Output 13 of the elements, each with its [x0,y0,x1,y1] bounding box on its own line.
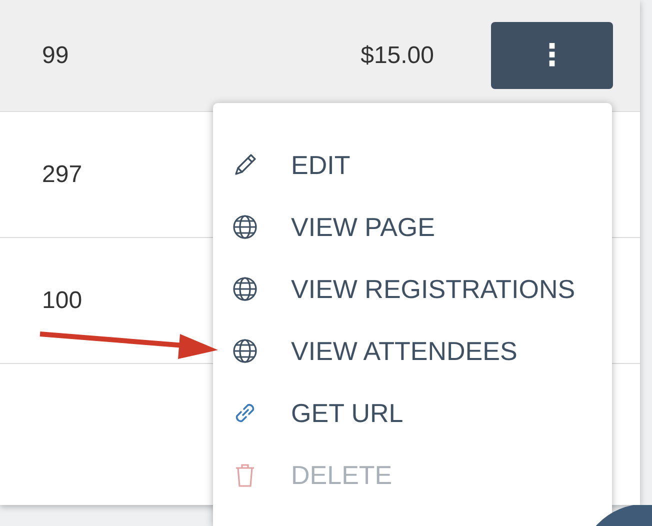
globe-icon [231,337,259,365]
menu-item[interactable]: EDIT [291,150,350,180]
price-cell-text: $15.00 [360,42,434,70]
table-cell: 99 [42,42,69,68]
table-cell: 100 [42,286,82,314]
globe-icon [231,213,259,241]
globe-icon [231,275,259,303]
menu-item[interactable]: VIEW REGISTRATIONS [291,274,576,304]
menu-item[interactable]: VIEW PAGE [291,212,435,242]
table-cell: 297 [42,160,82,188]
more-button[interactable]: ⋮ [491,22,613,89]
menu-item[interactable]: GET URL [291,398,404,428]
menu-item[interactable]: VIEW ATTENDEES [291,336,518,366]
